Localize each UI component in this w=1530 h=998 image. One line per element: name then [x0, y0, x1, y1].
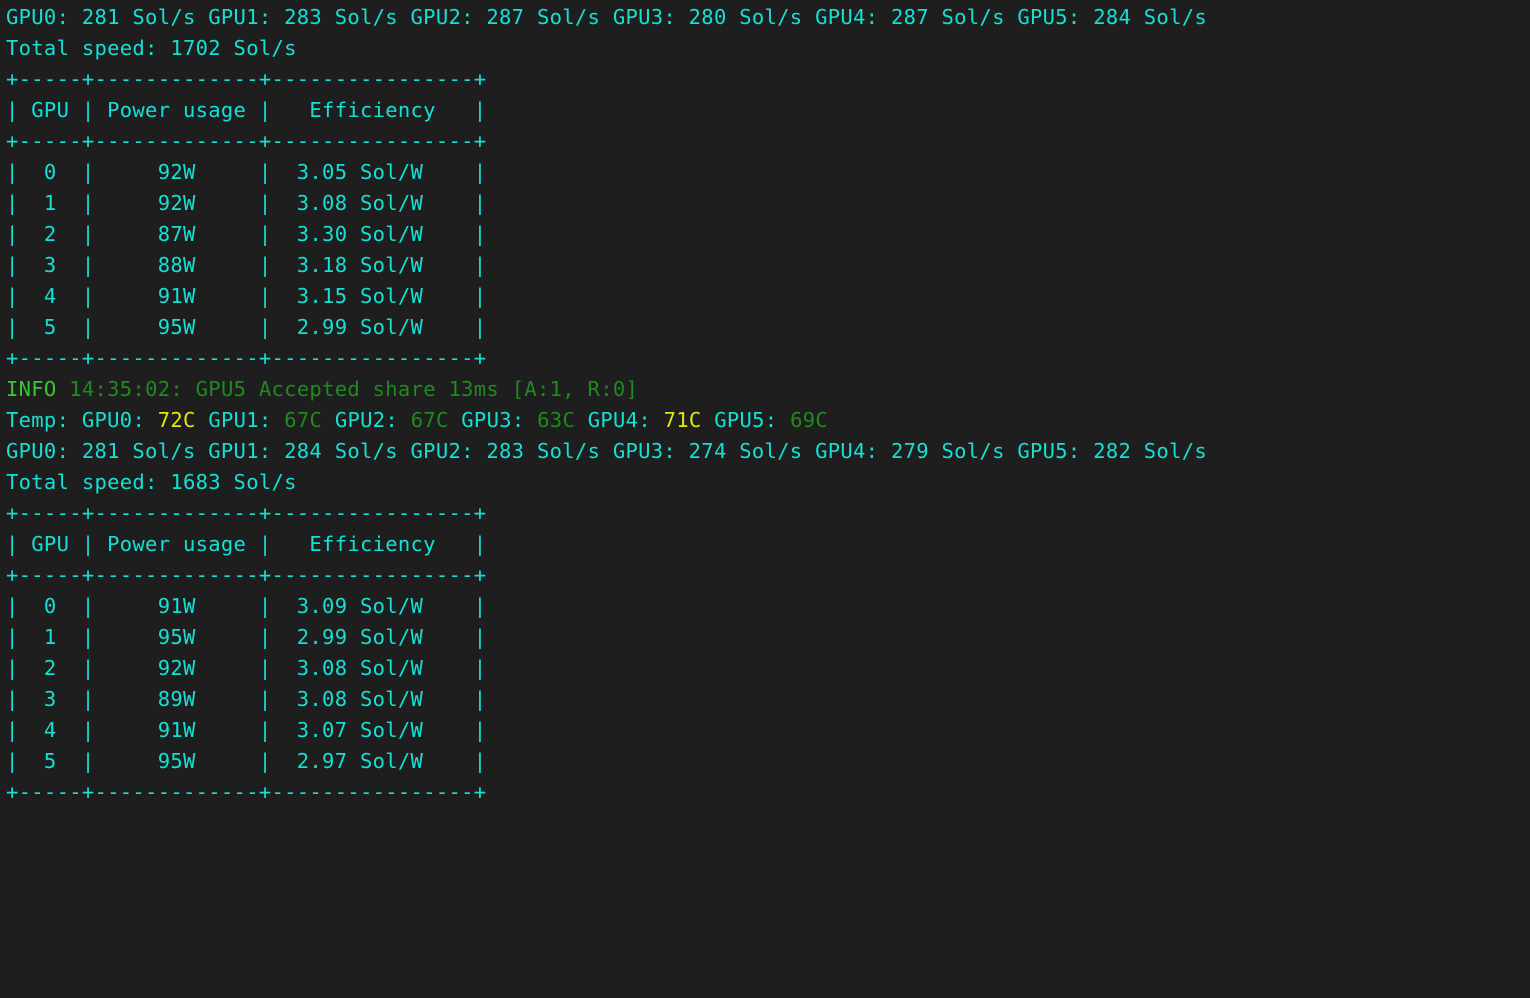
terminal-output: GPU0: 281 Sol/s GPU1: 283 Sol/s GPU2: 28…: [0, 0, 1530, 810]
